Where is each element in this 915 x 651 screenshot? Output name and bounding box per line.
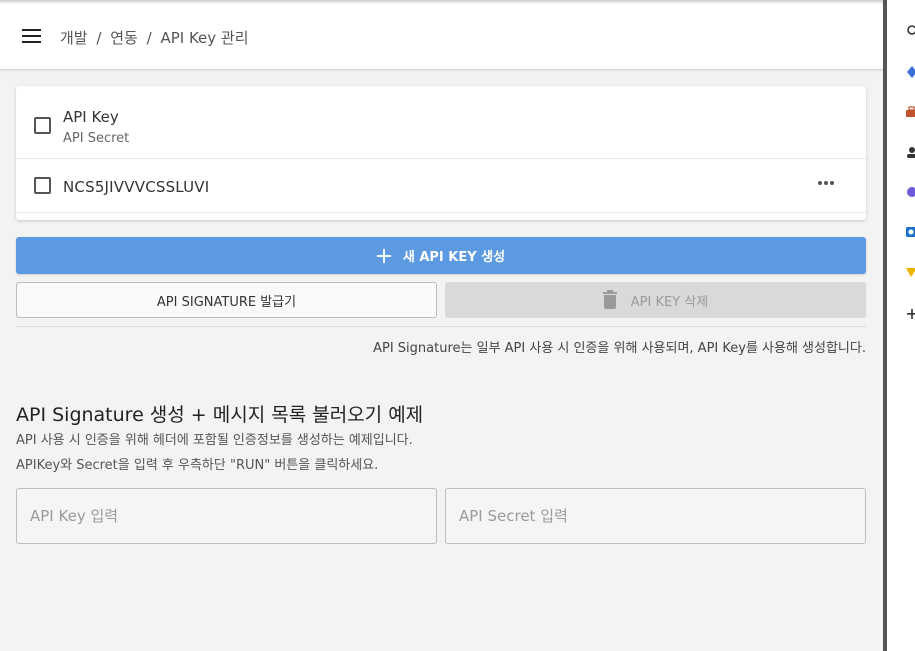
breadcrumb: 개발 / 연동 / API Key 관리: [60, 27, 249, 48]
create-api-key-label: 새 API KEY 생성: [402, 250, 506, 265]
top-bar: 개발 / 연동 / API Key 관리: [0, 4, 883, 70]
example-instruction: APIKey와 Secret을 입력 후 우측하단 "RUN" 버튼을 클릭하세…: [16, 458, 379, 473]
example-title: API Signature 생성 + 메시지 목록 불러오기 예제: [16, 404, 424, 426]
briefcase-icon[interactable]: [905, 106, 915, 118]
search-icon[interactable]: [905, 24, 915, 36]
delete-api-key-button[interactable]: API KEY 삭제: [445, 282, 866, 318]
column-header-api-key: API Key: [63, 108, 119, 126]
row-checkbox[interactable]: [34, 177, 51, 194]
breadcrumb-integration[interactable]: 연동: [110, 29, 138, 47]
games-icon[interactable]: [905, 266, 915, 278]
api-secret-input[interactable]: [445, 488, 866, 544]
plus-icon[interactable]: [905, 308, 915, 320]
outlook-icon[interactable]: [905, 226, 915, 238]
browser-side-panel: [887, 0, 915, 651]
divider: [16, 326, 866, 327]
api-signature-generator-label: API SIGNATURE 발급기: [156, 294, 297, 310]
delete-api-key-label: API KEY 삭제: [630, 294, 709, 310]
select-all-checkbox[interactable]: [34, 117, 51, 134]
breadcrumb-current: API Key 관리: [160, 29, 249, 47]
api-key-value: NCS5JIVVVCSSLUVI: [63, 178, 210, 196]
signature-note: API Signature는 일부 API 사용 시 인증을 위해 사용되며, …: [373, 341, 866, 356]
person-icon[interactable]: [905, 146, 915, 158]
api-key-table: API Key API Secret NCS5JIVVVCSSLUVI: [16, 86, 866, 220]
api-signature-generator-button[interactable]: API SIGNATURE 발급기: [16, 282, 437, 318]
api-key-input[interactable]: [16, 488, 437, 544]
table-row[interactable]: NCS5JIVVVCSSLUVI: [16, 159, 866, 213]
copilot-icon[interactable]: [905, 186, 915, 198]
breadcrumb-separator: /: [96, 29, 102, 47]
app-window: 개발 / 연동 / API Key 관리 API Key API Secret …: [0, 0, 883, 651]
trash-icon: [602, 290, 617, 309]
menu-icon[interactable]: [22, 29, 41, 43]
column-header-api-secret: API Secret: [63, 131, 130, 146]
breadcrumb-separator: /: [146, 29, 152, 47]
breadcrumb-dev[interactable]: 개발: [60, 29, 88, 47]
create-api-key-button[interactable]: 새 API KEY 생성: [16, 237, 866, 274]
more-options-icon[interactable]: [818, 181, 834, 187]
example-description: API 사용 시 인증을 위해 헤더에 포함될 인증정보를 생성하는 예제입니다…: [16, 433, 413, 448]
diamond-icon[interactable]: [905, 66, 915, 78]
table-header: API Key API Secret: [16, 86, 866, 159]
plus-icon: [376, 248, 391, 263]
